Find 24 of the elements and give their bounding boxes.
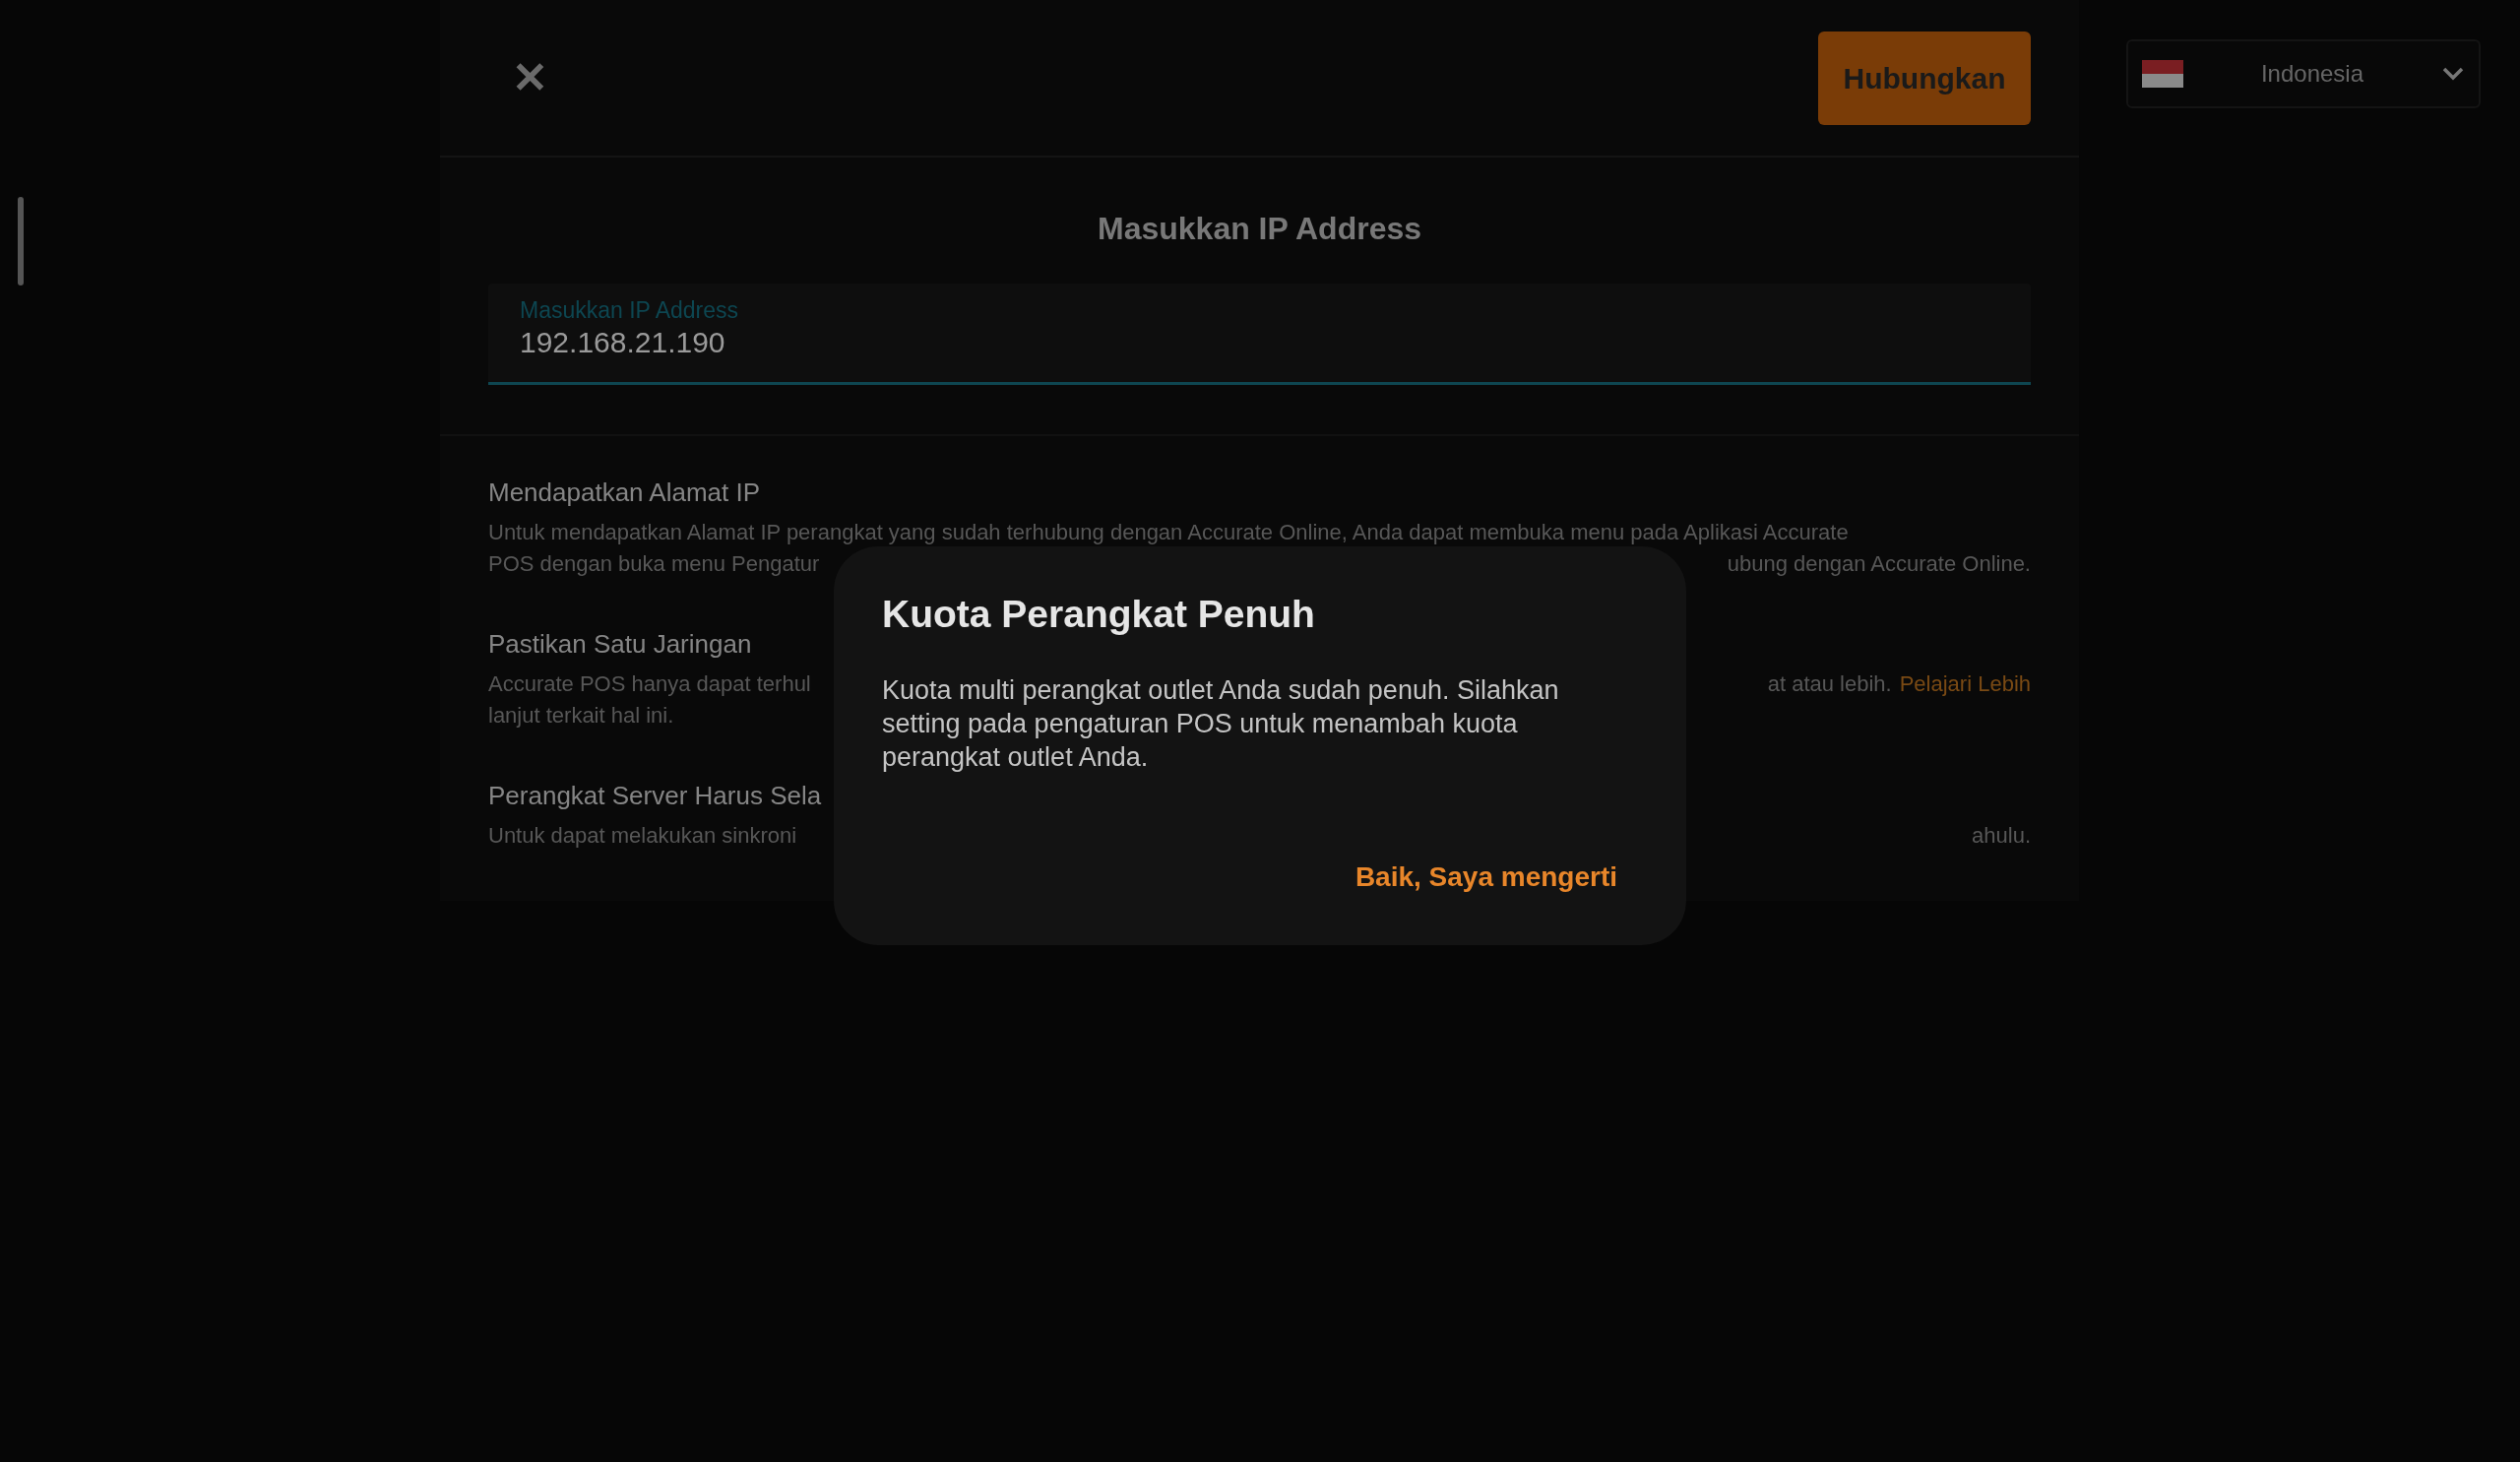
dialog-message: Kuota multi perangkat outlet Anda sudah penuh. Silahkan setting pada pengaturan POS untuk menambah kuota perangkat outlet Anda. <box>882 673 1560 774</box>
confirm-button[interactable]: Baik, Saya mengerti <box>1354 857 1639 898</box>
ip-address-input[interactable]: 192.168.21.190 <box>520 324 746 360</box>
ip-address-field[interactable]: Masukkan IP Address 192.168.21.190 <box>488 284 2031 385</box>
learn-more-link[interactable]: Pelajari Lebih <box>1899 667 2031 700</box>
help-text: Untuk mendapatkan Alamat IP perangkat yang sudah terhubung dengan Accurate Online, Anda dapat membuka menu pada Aplikasi Accurate <box>488 518 1849 546</box>
help-text: POS dengan buka menu Pengatur <box>488 549 820 578</box>
connect-button[interactable]: Hubungkan <box>1818 31 2031 125</box>
help-text: Untuk dapat melakukan sinkroni <box>488 821 797 850</box>
help-text: at atau lebih. <box>1767 669 1892 698</box>
language-select[interactable]: Indonesia <box>2126 39 2481 108</box>
chevron-down-icon <box>2441 66 2465 82</box>
help-text: ahulu. <box>1972 821 2031 850</box>
help-title: Perangkat Server Harus Sela <box>488 779 822 812</box>
section-title: Masukkan IP Address <box>1097 210 1422 248</box>
flag-icon <box>2142 60 2183 88</box>
help-title: Pastikan Satu Jaringan <box>488 627 752 661</box>
dialog-title: Kuota Perangkat Penuh <box>882 592 1316 637</box>
help-text: Accurate POS hanya dapat terhul <box>488 669 811 698</box>
help-text: ubung dengan Accurate Online. <box>1727 549 2031 578</box>
field-label: Masukkan IP Address <box>520 297 739 325</box>
close-button[interactable]: ✕ <box>512 56 548 99</box>
help-text: lanjut terkait hal ini. <box>488 701 674 730</box>
help-title: Mendapatkan Alamat IP <box>488 476 761 509</box>
